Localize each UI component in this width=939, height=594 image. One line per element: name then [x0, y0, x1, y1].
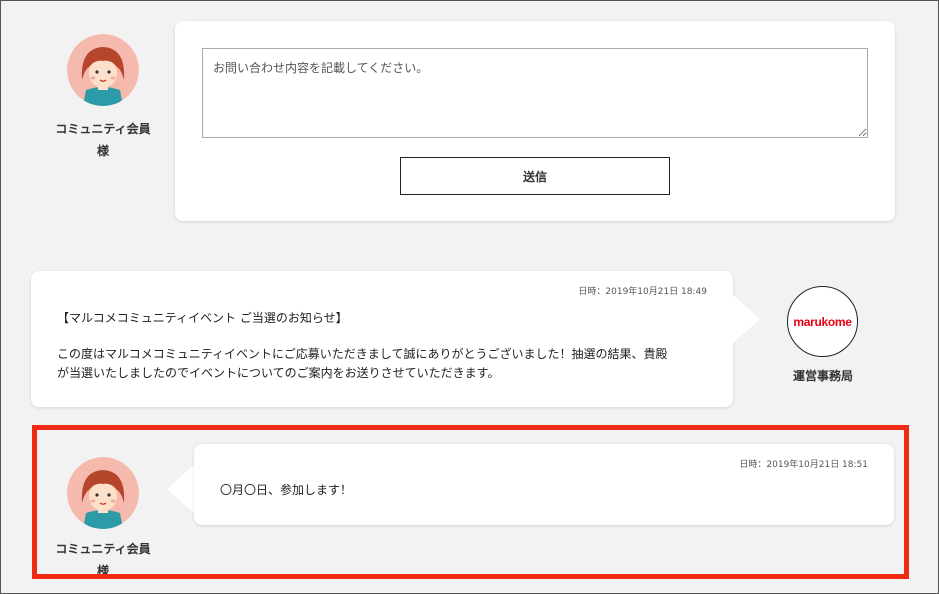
message-body-line: が当選いたしましたのでイベントについてのご案内をお送りさせていただきます。 — [57, 366, 500, 380]
message-title: 【マルコメコミュニティイベント ご当選のお知らせ】 — [57, 311, 348, 325]
marukome-logo-text: marukome — [793, 314, 852, 329]
member-avatar — [67, 457, 139, 529]
member-name: コミュニティ会員 様 — [55, 542, 151, 578]
member-name: コミュニティ会員 様 — [55, 122, 151, 158]
marukome-logo: marukome — [787, 286, 858, 357]
inquiry-textarea[interactable] — [202, 48, 868, 138]
bubble-tail — [732, 294, 760, 344]
message-bubble-office: 日時：2019年10月21日 18:49 【マルコメコミュニティイベント ご当選… — [31, 271, 733, 407]
reply-form-card: 送信 — [175, 21, 895, 221]
bubble-tail — [167, 464, 195, 514]
message-bubble-member: 日時：2019年10月21日 18:51 〇月〇日、参加します！ — [194, 444, 894, 525]
message-timestamp: 日時：2019年10月21日 18:49 — [578, 287, 707, 297]
office-name: 運営事務局 — [792, 369, 853, 383]
member-avatar — [67, 34, 139, 106]
send-button[interactable]: 送信 — [400, 157, 670, 195]
message-body-line: この度はマルコメコミュニティイベントにご応募いただきまして誠にありがとうございま… — [57, 347, 668, 361]
message-timestamp: 日時：2019年10月21日 18:51 — [739, 460, 868, 470]
message-body: 〇月〇日、参加します！ — [220, 483, 353, 497]
